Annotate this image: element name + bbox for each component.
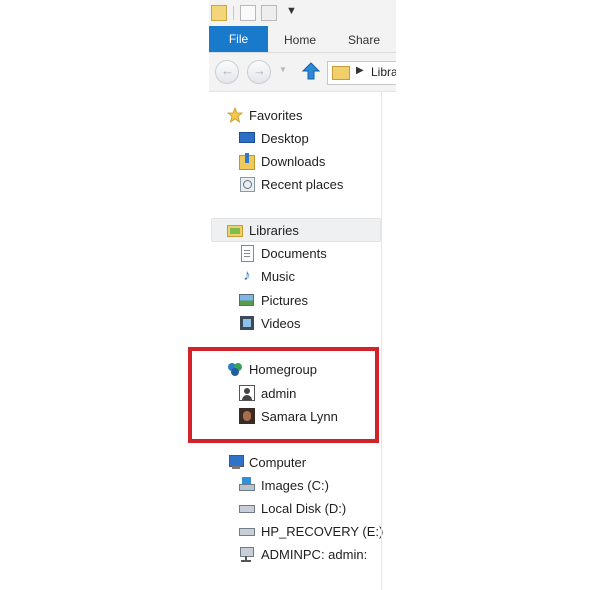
- nav-label: HP_RECOVERY (E:): [261, 523, 384, 539]
- breadcrumb-chevron-icon[interactable]: ▶: [356, 65, 364, 76]
- nav-label: Pictures: [261, 292, 308, 308]
- new-folder-icon[interactable]: [261, 5, 277, 21]
- nav-label: ADMINPC: admin:: [261, 546, 368, 562]
- libraries-icon: [227, 222, 243, 238]
- network-drive-icon: [239, 546, 255, 562]
- back-arrow-icon: ←: [221, 63, 234, 78]
- nav-pictures[interactable]: Pictures: [239, 290, 308, 310]
- nav-label: Recent places: [261, 176, 344, 192]
- forward-button[interactable]: →: [247, 60, 271, 84]
- up-button[interactable]: [301, 61, 321, 81]
- nav-drive-e[interactable]: HP_RECOVERY (E:): [239, 521, 383, 541]
- nav-network-drive[interactable]: ADMINPC: admin:: [239, 544, 367, 564]
- forward-arrow-icon: →: [253, 63, 266, 78]
- tab-share[interactable]: Share: [348, 26, 380, 52]
- drive-icon: [239, 523, 255, 539]
- folder-icon: [332, 66, 350, 80]
- nav-label: Images (C:): [261, 477, 329, 493]
- nav-favorites[interactable]: Favorites: [226, 105, 303, 125]
- navigation-pane: Favorites Desktop Downloads Recent place…: [209, 92, 383, 590]
- nav-documents[interactable]: Documents: [239, 243, 327, 263]
- up-arrow-icon: [301, 62, 321, 80]
- properties-icon[interactable]: [240, 5, 256, 21]
- nav-drive-c[interactable]: Images (C:): [239, 475, 329, 495]
- downloads-icon: [239, 153, 255, 170]
- computer-icon: [227, 454, 244, 470]
- nav-label: Desktop: [261, 130, 309, 146]
- nav-label: Libraries: [249, 222, 299, 238]
- nav-downloads[interactable]: Downloads: [239, 151, 325, 171]
- nav-label: Downloads: [261, 153, 326, 169]
- desktop-icon: [239, 130, 255, 146]
- system-drive-icon: [239, 477, 255, 493]
- star-icon: [226, 106, 244, 123]
- back-button[interactable]: ←: [215, 60, 239, 84]
- tab-file[interactable]: File: [209, 26, 268, 52]
- nav-recent-places[interactable]: Recent places: [239, 174, 343, 194]
- address-bar[interactable]: ▶ Libra: [327, 61, 396, 85]
- nav-computer[interactable]: Computer: [227, 452, 306, 472]
- nav-label: Music: [261, 268, 295, 284]
- navigation-bar: ← → ▼ ▶ Libra: [209, 53, 396, 92]
- ribbon-tabs: File Home Share: [209, 26, 396, 53]
- recent-places-icon: [239, 176, 255, 192]
- homegroup-highlight-box: [188, 347, 379, 443]
- address-path: Libra: [371, 65, 396, 79]
- customize-quick-access-icon[interactable]: ▼: [286, 5, 297, 17]
- nav-desktop[interactable]: Desktop: [239, 128, 309, 148]
- nav-label: Videos: [261, 315, 301, 331]
- nav-videos[interactable]: Videos: [239, 313, 301, 333]
- pictures-icon: [239, 292, 255, 308]
- nav-label: Computer: [249, 454, 307, 470]
- separator: [233, 6, 234, 20]
- nav-label: Local Disk (D:): [261, 500, 347, 516]
- pane-divider[interactable]: [381, 92, 382, 590]
- title-bar: ▼: [209, 0, 396, 26]
- nav-label: Documents: [261, 245, 327, 261]
- explorer-window: ▼ File Home Share ← → ▼ ▶ Libra Favorite…: [209, 0, 396, 590]
- folder-icon[interactable]: [211, 5, 227, 21]
- music-icon: ♪: [243, 267, 251, 284]
- nav-libraries[interactable]: Libraries: [227, 220, 299, 240]
- nav-music[interactable]: ♪ Music: [239, 266, 295, 286]
- documents-icon: [239, 245, 255, 262]
- recent-locations-icon[interactable]: ▼: [279, 65, 287, 74]
- drive-icon: [239, 500, 255, 516]
- videos-icon: [239, 315, 255, 331]
- nav-drive-d[interactable]: Local Disk (D:): [239, 498, 346, 518]
- tab-home[interactable]: Home: [284, 26, 316, 52]
- nav-label: Favorites: [249, 107, 303, 123]
